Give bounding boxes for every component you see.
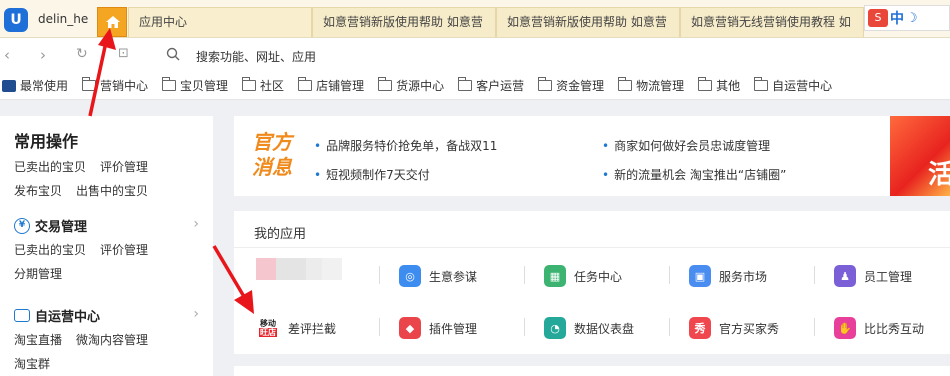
self-ops-section: 自运营中心 › 淘宝直播 微淘内容管理 淘宝群 [14, 306, 199, 372]
calendar-icon: ▦ [544, 265, 566, 287]
annotation-arrow-icon [212, 245, 254, 314]
folder-icon [754, 77, 769, 91]
my-apps-panel: 我的应用 ◎ 生意参谋 ▦ 任务中心 ▣ 服务市场 ♟ 员工管理 移动 旺店 差… [234, 211, 950, 354]
bookmark-star-icon [2, 79, 16, 92]
folder-icon [378, 77, 393, 91]
news-item[interactable]: 商家如何做好会员忠诚度管理 [602, 137, 770, 154]
bag-icon: ▣ [689, 265, 711, 287]
section-title[interactable]: ¥ 交易管理 [14, 216, 199, 235]
forward-icon[interactable]: › [40, 46, 46, 64]
separator [669, 266, 670, 284]
app-negative-review-block[interactable]: 移动 旺店 差评拦截 [256, 316, 336, 340]
address-bar: ‹ › ↻ ⊡ 搜索功能、网址、应用 [0, 38, 950, 72]
cube-icon: ◆ [399, 317, 421, 339]
news-item[interactable]: 短视频制作7天交付 [314, 166, 430, 183]
tab-help-1[interactable]: 如意营销新版使用帮助 如意营 [312, 7, 496, 37]
extension-area[interactable]: S 中 ☽ [864, 5, 950, 31]
trade-section: ¥ 交易管理 › 已卖出的宝贝 评价管理 分期管理 [14, 216, 199, 282]
extension-icon[interactable]: S [868, 9, 888, 27]
link-installments[interactable]: 分期管理 [14, 265, 62, 282]
separator [524, 318, 525, 336]
bookmark-self-operation[interactable]: 自运营中心 [754, 77, 832, 94]
link-sold-items[interactable]: 已卖出的宝贝 [14, 241, 86, 258]
separator [669, 318, 670, 336]
official-news-banner: 官方 消息 品牌服务特价抢免单，备战双11 商家如何做好会员忠诚度管理 短视频制… [234, 116, 950, 196]
folder-icon [698, 77, 713, 91]
divider [234, 247, 950, 248]
link-publish[interactable]: 发布宝贝 [14, 182, 62, 199]
bookmark-logistics[interactable]: 物流管理 [618, 77, 684, 94]
link-reviews[interactable]: 评价管理 [100, 158, 148, 175]
annotation-arrow-icon [88, 28, 116, 117]
link-on-sale[interactable]: 出售中的宝贝 [76, 182, 148, 199]
promo-image[interactable]: 活 [890, 116, 950, 196]
link-sold-items[interactable]: 已卖出的宝贝 [14, 158, 86, 175]
app-buyer-show[interactable]: 秀 官方买家秀 [689, 316, 779, 340]
app-logo-icon: U [4, 8, 28, 32]
bookmark-community[interactable]: 社区 [242, 77, 284, 94]
search-input[interactable]: 搜索功能、网址、应用 [196, 48, 316, 65]
user-name: delin_he [38, 12, 89, 26]
next-panel-edge [234, 366, 950, 376]
separator [379, 266, 380, 284]
blurred-app[interactable] [256, 258, 342, 280]
folder-icon [242, 77, 257, 91]
bookmarks-bar: 最常使用 营销中心 宝贝管理 社区 店铺管理 货源中心 客户运营 资金管理 物流… [0, 72, 950, 100]
logo-icon: 移动 旺店 [256, 317, 280, 339]
app-service-market[interactable]: ▣ 服务市场 [689, 264, 767, 288]
app-staff-management[interactable]: ♟ 员工管理 [834, 264, 912, 288]
chevron-right-icon[interactable]: › [193, 216, 199, 232]
section-title[interactable]: 自运营中心 [14, 306, 199, 325]
tab-app-center[interactable]: 应用中心 [128, 7, 312, 37]
search-icon [166, 47, 180, 61]
app-task-center[interactable]: ▦ 任务中心 [544, 264, 622, 288]
chevron-right-icon[interactable]: › [193, 306, 199, 322]
language-toggle[interactable]: 中 [890, 8, 904, 28]
bookmark-frequent[interactable]: 最常使用 [2, 77, 68, 94]
folder-icon [162, 77, 177, 91]
news-item[interactable]: 新的流量机会 淘宝推出“店铺圈” [602, 166, 786, 183]
bookmark-funds[interactable]: 资金管理 [538, 77, 604, 94]
tab-wireless-tutorial[interactable]: 如意营销无线营销使用教程 如 [680, 7, 864, 37]
tab-help-2[interactable]: 如意营销新版使用帮助 如意营 [496, 7, 680, 37]
person-icon: ♟ [834, 265, 856, 287]
bookmark-customer[interactable]: 客户运营 [458, 77, 524, 94]
folder-icon [538, 77, 553, 91]
section-title: 常用操作 [14, 132, 79, 151]
link-group[interactable]: 淘宝群 [14, 355, 50, 372]
yen-icon: ¥ [14, 217, 30, 234]
bookmark-shop[interactable]: 店铺管理 [298, 77, 364, 94]
official-news-label: 官方 消息 [252, 130, 292, 179]
compass-icon: ◎ [399, 265, 421, 287]
news-item[interactable]: 品牌服务特价抢免单，备战双11 [314, 137, 497, 154]
separator [814, 318, 815, 336]
show-icon: 秀 [689, 317, 711, 339]
separator [814, 266, 815, 284]
separator [379, 318, 380, 336]
folder-icon [298, 77, 313, 91]
app-data-dashboard[interactable]: ◔ 数据仪表盘 [544, 316, 634, 340]
hand-icon: ✋ [834, 317, 856, 339]
my-apps-title: 我的应用 [254, 227, 307, 242]
back-icon[interactable]: ‹ [4, 46, 10, 64]
sidebar: 常用操作 已卖出的宝贝 评价管理 发布宝贝 出售中的宝贝 ¥ 交易管理 › 已卖… [0, 116, 213, 376]
app-bibi-show[interactable]: ✋ 比比秀互动 [834, 316, 924, 340]
bookmark-other[interactable]: 其他 [698, 77, 740, 94]
link-weitao[interactable]: 微淘内容管理 [76, 331, 148, 348]
app-business-advisor[interactable]: ◎ 生意参谋 [399, 264, 477, 288]
common-ops-section: 常用操作 已卖出的宝贝 评价管理 发布宝贝 出售中的宝贝 [14, 128, 148, 199]
chat-icon [14, 309, 30, 322]
moon-icon[interactable]: ☽ [906, 11, 918, 26]
separator [524, 266, 525, 284]
app-plugin-management[interactable]: ◆ 插件管理 [399, 316, 477, 340]
gauge-icon: ◔ [544, 317, 566, 339]
folder-icon [458, 77, 473, 91]
browser-tab-bar: U delin_he 应用中心 如意营销新版使用帮助 如意营 如意营销新版使用帮… [0, 0, 950, 38]
bookmark-supply[interactable]: 货源中心 [378, 77, 444, 94]
link-live[interactable]: 淘宝直播 [14, 331, 62, 348]
folder-icon [618, 77, 633, 91]
bookmark-items[interactable]: 宝贝管理 [162, 77, 228, 94]
link-reviews[interactable]: 评价管理 [100, 241, 148, 258]
